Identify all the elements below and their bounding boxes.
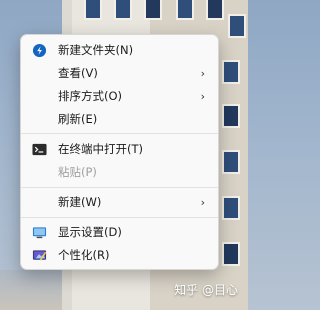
menu-separator	[21, 187, 218, 188]
menu-item-label: 查看(V)	[58, 66, 98, 80]
menu-separator	[21, 133, 218, 134]
menu-item-label: 粘贴(P)	[58, 165, 97, 179]
menu-item-personalize[interactable]: 个性化(R)	[21, 244, 218, 266]
street-area	[0, 270, 62, 310]
menu-item-new[interactable]: 新建(W) ›	[21, 191, 218, 213]
building-window	[222, 60, 240, 84]
menu-item-display-settings[interactable]: 显示设置(D)	[21, 221, 218, 243]
chevron-right-icon: ›	[200, 195, 205, 209]
building-window	[114, 0, 132, 20]
menu-item-label: 新建文件夹(N)	[58, 43, 134, 57]
menu-item-label: 个性化(R)	[58, 248, 110, 262]
display-icon	[32, 226, 47, 238]
building-window	[228, 14, 246, 38]
building-window	[222, 242, 240, 266]
terminal-icon	[32, 143, 47, 155]
new-folder-icon	[32, 43, 47, 57]
chevron-right-icon: ›	[200, 89, 205, 103]
building-window	[222, 150, 240, 174]
building-window	[206, 0, 224, 20]
menu-item-new-folder[interactable]: 新建文件夹(N)	[21, 39, 218, 61]
building-window	[176, 0, 194, 20]
chevron-right-icon: ›	[200, 66, 205, 80]
menu-item-sort[interactable]: 排序方式(O) ›	[21, 85, 218, 107]
building-window	[144, 0, 162, 20]
menu-separator	[21, 217, 218, 218]
menu-item-label: 新建(W)	[58, 195, 102, 209]
menu-item-label: 排序方式(O)	[58, 89, 123, 103]
menu-item-view[interactable]: 查看(V) ›	[21, 62, 218, 84]
personalize-icon	[32, 249, 47, 261]
building-window	[222, 196, 240, 220]
building-window	[222, 104, 240, 128]
building-window	[84, 0, 102, 20]
menu-item-label: 在终端中打开(T)	[58, 142, 143, 156]
menu-item-open-terminal[interactable]: 在终端中打开(T)	[21, 138, 218, 160]
watermark-text: 知乎 @目心	[174, 283, 238, 297]
menu-item-refresh[interactable]: 刷新(E)	[21, 108, 218, 130]
menu-item-paste: 粘贴(P)	[21, 161, 218, 183]
menu-item-label: 显示设置(D)	[58, 225, 122, 239]
desktop-context-menu: 新建文件夹(N) 查看(V) › 排序方式(O) › 刷新(E) 在终端中打开(…	[20, 34, 219, 270]
menu-item-label: 刷新(E)	[58, 112, 98, 126]
